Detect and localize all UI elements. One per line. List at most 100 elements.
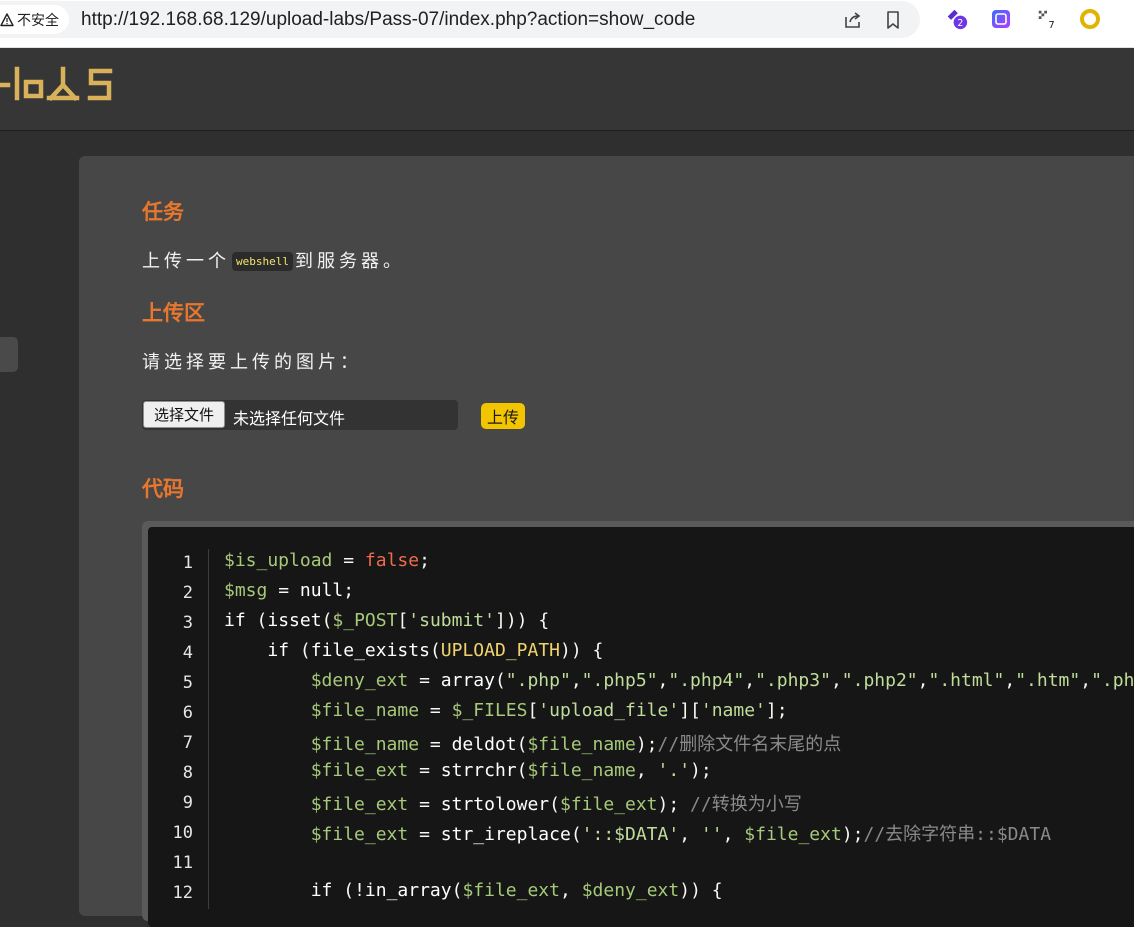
code-token: ,: [1080, 670, 1092, 691]
code-token: ;: [343, 580, 355, 601]
sidebar-tab[interactable]: [0, 337, 18, 372]
code-token: (: [321, 610, 333, 631]
share-icon[interactable]: [843, 10, 863, 30]
code-token: $file_ext: [310, 824, 409, 845]
url-text[interactable]: http://192.168.68.129/upload-labs/Pass-0…: [81, 9, 695, 31]
code-line: 1 $is_upload = false;: [0, 550, 1134, 580]
code-token: $_POST: [332, 610, 398, 631]
code-token: '': [700, 824, 723, 845]
code-token: $file_ext: [310, 794, 409, 815]
code-token: array: [440, 670, 495, 691]
choose-file-button[interactable]: 选择文件: [143, 401, 225, 428]
code-source: $file_ext = strtolower($file_ext); //转换为…: [224, 790, 802, 816]
hexagon-extension-icon[interactable]: 2: [946, 8, 968, 30]
code-token: =: [419, 734, 452, 755]
code-token: UPLOAD_PATH: [440, 640, 561, 661]
code-source: if (file_exists(UPLOAD_PATH)) {: [224, 640, 603, 661]
code-token: ];: [765, 700, 788, 721]
line-number: 1: [182, 553, 193, 573]
code-token: );: [690, 760, 712, 781]
code-token: $file_ext: [744, 824, 842, 845]
task-text-before: 上传一个: [142, 251, 230, 272]
line-number: 12: [172, 883, 193, 903]
code-token: $file_name: [527, 734, 636, 755]
code-token: if: [267, 640, 290, 661]
code-token: [: [397, 610, 409, 631]
code-token: $file_ext: [462, 880, 560, 901]
browser-toolbar: 不安全 http://192.168.68.129/upload-labs/Pa…: [0, 0, 1134, 48]
code-source: if (isset($_POST['submit'])) {: [224, 610, 549, 631]
inline-code-webshell: webshell: [232, 252, 293, 271]
code-token: ,: [830, 670, 842, 691]
code-source: $file_ext = strrchr($file_name, '.');: [224, 760, 712, 781]
code-token: $file_ext: [310, 760, 409, 781]
security-indicator[interactable]: 不安全: [0, 5, 69, 34]
code-token: ;: [419, 550, 430, 571]
bug-extension-icon[interactable]: 7: [1036, 8, 1058, 30]
code-token: ,: [917, 670, 929, 691]
code-token: ".php5": [581, 670, 658, 691]
code-token: $file_name: [310, 700, 420, 721]
line-number: 11: [172, 853, 193, 873]
code-token: false: [364, 550, 420, 571]
code-token: //删除文件名末尾的点: [657, 734, 842, 755]
code-token: );: [657, 794, 691, 815]
upload-submit-button[interactable]: 上传: [481, 403, 525, 429]
code-token: $deny_ext: [310, 670, 409, 691]
code-token: file_exists: [310, 640, 430, 661]
code-token: )) {: [679, 880, 723, 901]
code-token: ".phtml": [1091, 670, 1134, 691]
extension-badge: 7: [1048, 20, 1054, 30]
code-token: ,: [1004, 670, 1016, 691]
code-source: $is_upload = false;: [224, 550, 430, 571]
code-token: $file_name: [310, 734, 420, 755]
code-token: ".php": [505, 670, 571, 691]
code-token: =: [408, 794, 441, 815]
address-bar[interactable]: 不安全 http://192.168.68.129/upload-labs/Pa…: [0, 1, 920, 38]
code-token: ,: [560, 880, 582, 901]
code-token: 'submit': [408, 610, 495, 631]
warning-icon: [0, 12, 14, 26]
line-number: 2: [182, 583, 193, 603]
site-header: [0, 48, 1134, 131]
code-token: (: [570, 824, 582, 845]
code-heading: 代码: [142, 477, 184, 501]
code-line: 4 if (file_exists(UPLOAD_PATH)) {: [0, 640, 1134, 670]
gradient-square-extension-icon[interactable]: [990, 8, 1012, 30]
code-token: (: [516, 734, 528, 755]
code-token: ".htm": [1015, 670, 1081, 691]
code-token: ".php3": [755, 670, 831, 691]
code-token: ,: [657, 670, 669, 691]
task-text-after: 到服务器。: [294, 251, 405, 272]
code-token: ".php2": [841, 670, 918, 691]
bookmark-icon[interactable]: [883, 10, 903, 30]
line-number: 3: [182, 613, 193, 633]
code-token: strtolower: [440, 794, 550, 815]
code-token: =: [408, 760, 441, 781]
upload-prompt: 请选择要上传的图片：: [142, 352, 362, 373]
code-token: ,: [722, 824, 745, 845]
code-token: strrchr: [440, 760, 517, 781]
code-source: $msg = null;: [224, 580, 354, 601]
security-label: 不安全: [17, 12, 59, 29]
code-token: );: [635, 734, 658, 755]
yellow-ring-extension-icon[interactable]: [1079, 8, 1101, 30]
code-token: in_array: [364, 880, 452, 901]
line-number: 4: [182, 643, 193, 663]
code-token: $_FILES: [451, 700, 528, 721]
code-token: '.': [657, 760, 691, 781]
code-token: [: [527, 700, 539, 721]
code-line: 2 $msg = null;: [0, 580, 1134, 610]
code-token: (: [245, 610, 268, 631]
code-token: (!: [332, 880, 365, 901]
code-line: 3 if (isset($_POST['submit'])) {: [0, 610, 1134, 640]
code-token: =: [419, 700, 452, 721]
code-token: 'upload_file': [538, 700, 680, 721]
line-number: 5: [182, 673, 193, 693]
code-token: if: [224, 610, 246, 631]
code-token: ,: [570, 670, 582, 691]
file-status-text: 未选择任何文件: [233, 409, 346, 428]
